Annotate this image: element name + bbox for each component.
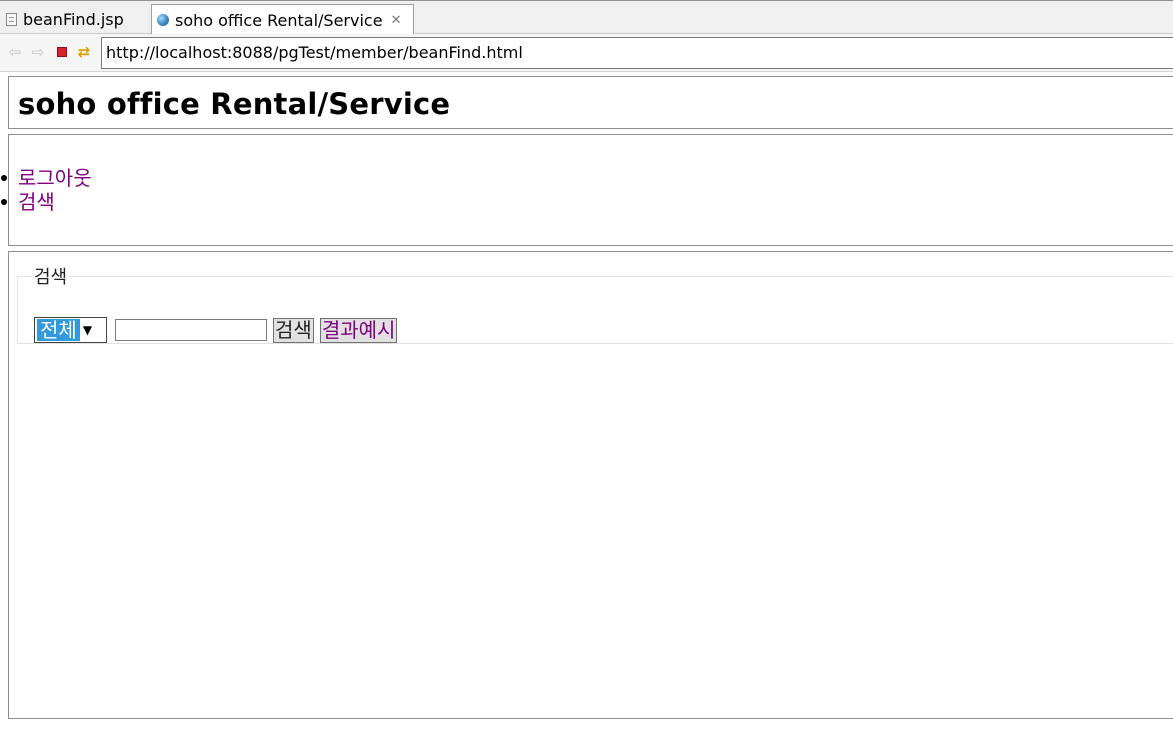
tab-label: beanFind.jsp bbox=[23, 10, 124, 29]
search-row: 전체 ▼ 검색 결과예시 bbox=[34, 317, 398, 343]
header-frame: soho office Rental/Service bbox=[8, 76, 1173, 129]
stop-square bbox=[57, 47, 67, 57]
tab-beanfind-jsp[interactable]: beanFind.jsp bbox=[0, 4, 150, 35]
logout-link[interactable]: 로그아웃 bbox=[18, 166, 92, 190]
search-category-select[interactable]: 전체 ▼ bbox=[34, 317, 107, 343]
close-icon[interactable]: ✕ bbox=[391, 14, 402, 27]
refresh-icon[interactable]: ⇄ bbox=[75, 43, 93, 61]
nav-list: 로그아웃 검색 bbox=[1, 166, 92, 214]
bullet-icon bbox=[1, 199, 7, 205]
stop-icon[interactable] bbox=[53, 43, 71, 61]
search-legend: 검색 bbox=[34, 267, 68, 288]
search-button[interactable]: 검색 bbox=[273, 317, 314, 343]
result-example-button[interactable]: 결과예시 bbox=[319, 317, 398, 343]
search-fieldset: 검색 전체 ▼ 검색 결과예시 bbox=[17, 263, 1173, 344]
page-title: soho office Rental/Service bbox=[18, 87, 451, 121]
search-link[interactable]: 검색 bbox=[18, 190, 55, 214]
tab-browser-page[interactable]: soho office Rental/Service ✕ bbox=[151, 4, 414, 35]
editor-tab-bar: beanFind.jsp soho office Rental/Service … bbox=[0, 0, 1173, 35]
bullet-icon bbox=[1, 175, 7, 181]
select-value: 전체 bbox=[37, 319, 80, 341]
nav-frame: 로그아웃 검색 bbox=[1, 134, 1173, 246]
globe-icon bbox=[157, 14, 169, 26]
tab-label: soho office Rental/Service bbox=[175, 10, 383, 30]
chevron-down-icon: ▼ bbox=[82, 323, 93, 337]
nav-item-logout: 로그아웃 bbox=[1, 166, 92, 190]
browser-toolbar: ⇦ ⇨ ⇄ http://localhost:8088/pgTest/membe… bbox=[0, 34, 1173, 72]
search-input[interactable] bbox=[115, 319, 267, 341]
jsp-file-icon bbox=[6, 13, 17, 26]
nav-item-search: 검색 bbox=[1, 190, 92, 214]
content-frame: 검색 전체 ▼ 검색 결과예시 bbox=[8, 251, 1173, 719]
back-arrow-icon[interactable]: ⇦ bbox=[6, 43, 24, 61]
url-input[interactable]: http://localhost:8088/pgTest/member/bean… bbox=[101, 37, 1173, 69]
forward-arrow-icon[interactable]: ⇨ bbox=[29, 43, 47, 61]
